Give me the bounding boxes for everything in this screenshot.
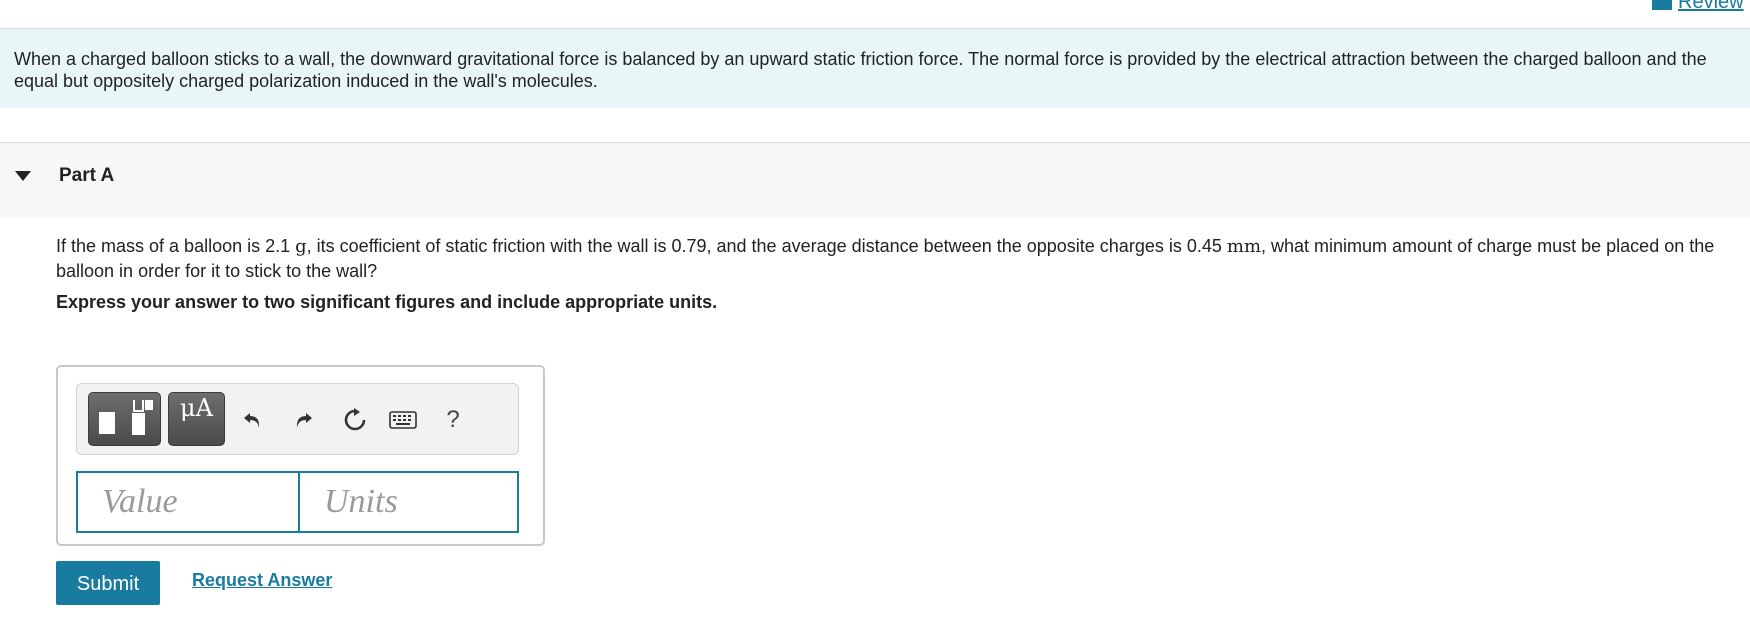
help-button[interactable]: ? [435,400,471,440]
question-seg-2: , its coefficient of static friction wit… [306,236,1227,256]
units-input[interactable] [298,471,519,533]
unit-mass: g [295,236,307,257]
symbols-button[interactable]: μA [168,392,225,446]
request-answer-link[interactable]: Request Answer [192,570,332,591]
help-icon: ? [446,406,460,433]
keyboard-button[interactable] [385,400,421,440]
review-link-label: Review [1678,0,1744,13]
undo-button[interactable] [235,400,271,440]
redo-button[interactable] [285,400,321,440]
value-input[interactable] [76,471,301,533]
symbols-label: μA [180,394,213,422]
part-title: Part A [59,165,115,186]
reset-icon [344,408,366,431]
equation-toolbar: μA ? [76,383,519,455]
answer-instruction: Express your answer to two significant f… [56,292,718,312]
submit-button[interactable]: Submit [56,561,160,605]
answer-box: μA ? Value Units [56,365,545,546]
undo-icon [244,413,260,428]
intro-text: When a charged balloon sticks to a wall,… [14,49,1707,91]
collapse-caret-icon[interactable] [15,171,31,181]
unit-distance: mm [1226,236,1262,257]
review-link[interactable]: Review [1652,0,1744,14]
templates-button[interactable] [88,392,161,446]
question-text: If the mass of a balloon is 2.1 g, its c… [56,234,1750,283]
reset-button[interactable] [337,400,373,440]
question-seg-1: If the mass of a balloon is 2.1 [56,236,296,256]
book-icon [1652,0,1672,10]
keyboard-icon [389,411,417,429]
intro-panel: When a charged balloon sticks to a wall,… [0,29,1750,108]
part-a-header[interactable]: Part A [0,142,1750,218]
redo-icon [296,413,312,428]
